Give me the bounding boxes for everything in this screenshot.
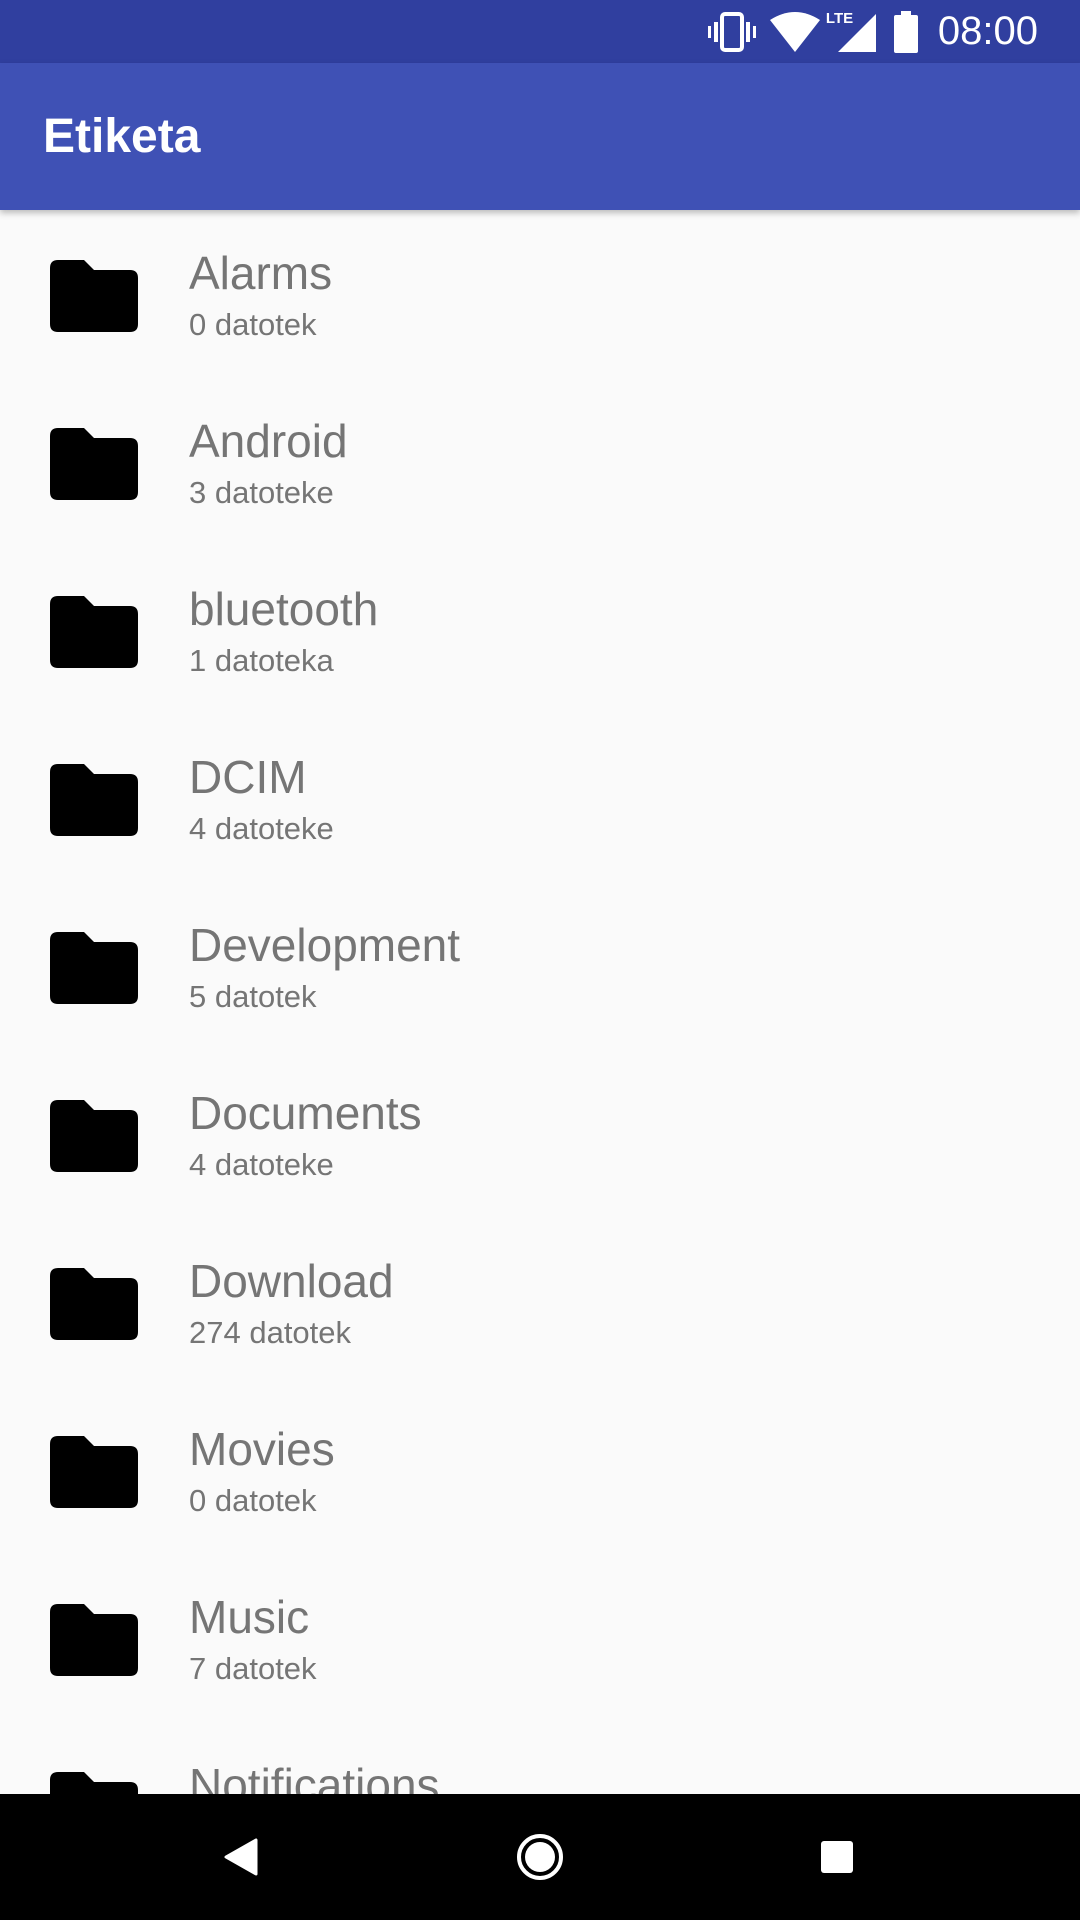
folder-icon (50, 1268, 138, 1340)
folder-file-count: 4 datoteke (189, 811, 334, 846)
folder-file-count: 1 datoteka (189, 643, 334, 678)
lte-signal-icon: LTE (825, 9, 876, 52)
folder-list-item[interactable]: Android 3 datoteke (0, 378, 1080, 546)
status-bar: LTE 08:00 (0, 0, 1080, 63)
folder-list-item[interactable]: Documents 4 datoteke (0, 1050, 1080, 1218)
folder-icon (50, 932, 138, 1004)
home-icon (517, 1834, 563, 1880)
folder-icon (50, 1100, 138, 1172)
folder-name: bluetooth (189, 583, 379, 635)
folder-list-item[interactable]: DCIM 4 datoteke (0, 714, 1080, 882)
folder-file-count: 7 datotek (189, 1651, 317, 1686)
folder-icon (50, 1436, 138, 1508)
folder-list-item[interactable]: Alarms 0 datotek (0, 210, 1080, 378)
folder-icon (50, 260, 138, 332)
app-bar: Etiketa (0, 63, 1080, 210)
folder-file-count: 3 datoteke (189, 475, 334, 510)
folder-file-count: 4 datoteke (189, 1147, 334, 1182)
folder-file-count: 0 datotek (189, 307, 317, 342)
folder-name: Movies (189, 1423, 335, 1475)
folder-name: Documents (189, 1087, 422, 1139)
folder-list: Alarms 0 datotek Android 3 datoteke bluetoot… (0, 210, 1080, 1794)
folder-name: Music (189, 1591, 310, 1643)
wifi-icon (769, 11, 820, 52)
folder-icon (50, 1772, 138, 1794)
folder-name: Notifications (189, 1759, 440, 1794)
folder-list-item[interactable]: Development 5 datotek (0, 882, 1080, 1050)
folder-name: DCIM (189, 751, 307, 803)
folder-icon (50, 1604, 138, 1676)
folder-list-item[interactable]: Music 7 datotek (0, 1554, 1080, 1722)
folder-name: Download (189, 1255, 394, 1307)
folder-list-item[interactable]: Movies 0 datotek (0, 1386, 1080, 1554)
folder-name: Alarms (189, 247, 333, 299)
recents-icon (821, 1841, 853, 1873)
back-button[interactable] (181, 1794, 301, 1920)
battery-icon (893, 10, 918, 53)
folder-file-count: 5 datotek (189, 979, 317, 1014)
folder-list-item[interactable]: Download 274 datotek (0, 1218, 1080, 1386)
folder-list-item[interactable]: bluetooth 1 datoteka (0, 546, 1080, 714)
network-label: LTE (825, 9, 854, 27)
folder-name: Development (189, 919, 461, 971)
folder-file-count: 274 datotek (189, 1315, 352, 1350)
folder-name: Android (189, 415, 348, 467)
back-icon (224, 1838, 258, 1876)
navigation-bar (0, 1794, 1080, 1920)
folder-icon (50, 764, 138, 836)
status-icons: LTE 08:00 (707, 0, 1038, 63)
home-button[interactable] (480, 1794, 600, 1920)
folder-list-item[interactable]: Notifications (0, 1722, 1080, 1794)
folder-file-count: 0 datotek (189, 1483, 317, 1518)
folder-icon (50, 596, 138, 668)
folder-icon (50, 428, 138, 500)
status-time: 08:00 (937, 9, 1038, 53)
vibrate-icon (707, 11, 756, 52)
recents-button[interactable] (777, 1794, 897, 1920)
page-title: Etiketa (43, 110, 201, 163)
